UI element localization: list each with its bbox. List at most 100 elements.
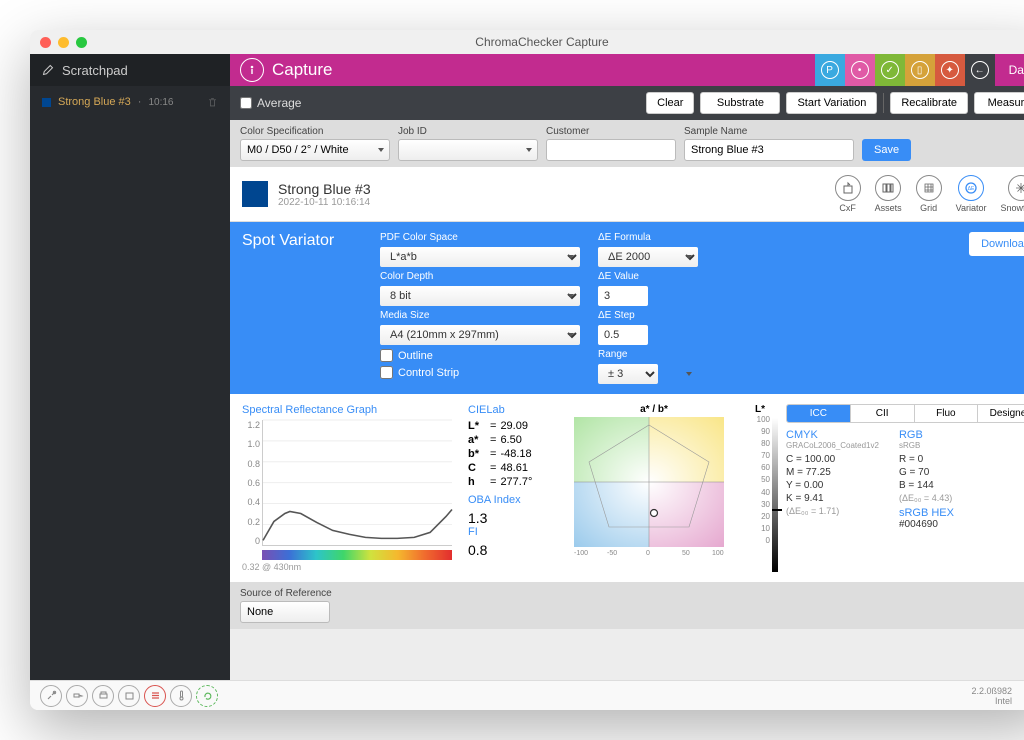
footer: 2.2.0ß982 Intel (30, 680, 1024, 710)
lab-C: 48.61 (500, 462, 528, 474)
tab-fluo[interactable]: Fluo (915, 405, 979, 422)
topbar-action-1[interactable]: P (815, 54, 845, 86)
svg-text:ΔE: ΔE (968, 186, 975, 192)
arch-text: Intel (971, 696, 1012, 706)
topbar-action-5[interactable]: ✦ (935, 54, 965, 86)
rgb-b: B = 144 (899, 480, 954, 491)
control-strip-checkbox[interactable]: Control Strip (380, 366, 580, 379)
jobid-label: Job ID (398, 126, 538, 137)
media-select[interactable]: A4 (210mm x 297mm) (380, 325, 580, 345)
rgb-r: R = 0 (899, 454, 954, 465)
rgb-g: G = 70 (899, 467, 954, 478)
footer-tools-icon[interactable] (40, 685, 62, 707)
cielab-title: CIELab (468, 404, 558, 416)
sample-name-input[interactable] (684, 139, 854, 161)
trash-icon[interactable] (207, 97, 218, 108)
sidebar-item-time: 10:16 (148, 97, 173, 108)
user-name[interactable]: DanG (995, 63, 1024, 77)
spectral-chart: 1.21.00.80.60.40.20 (242, 420, 452, 560)
topbar-back-icon[interactable]: ← (965, 54, 995, 86)
pdf-cs-label: PDF Color Space (380, 232, 580, 243)
sidebar: Scratchpad Strong Blue #3 · 10:16 (30, 54, 230, 680)
footer-list-icon[interactable] (144, 685, 166, 707)
tab-cii[interactable]: CII (851, 405, 915, 422)
variator-panel: Spot Variator PDF Color Space L*a*b Colo… (230, 222, 1024, 394)
save-button[interactable]: Save (862, 139, 911, 161)
footer-refresh-icon[interactable] (196, 685, 218, 707)
average-checkbox[interactable]: Average (240, 96, 301, 110)
source-select[interactable]: None (240, 601, 330, 623)
tab-designer[interactable]: Designer (978, 405, 1024, 422)
recalibrate-button[interactable]: Recalibrate (890, 92, 968, 114)
topbar-action-4[interactable]: ▯ (905, 54, 935, 86)
customer-input[interactable] (546, 139, 676, 161)
start-variation-button[interactable]: Start Variation (786, 92, 877, 114)
sidebar-item-sample[interactable]: Strong Blue #3 · 10:16 (30, 92, 230, 112)
de-step-input[interactable] (598, 325, 648, 345)
clear-button[interactable]: Clear (646, 92, 694, 114)
de-formula-select[interactable]: ΔE 2000 (598, 247, 698, 267)
version-text: 2.2.0ß982 (971, 686, 1012, 696)
outline-checkbox[interactable]: Outline (380, 349, 580, 362)
range-select[interactable]: ± 3 (598, 364, 658, 384)
substrate-button[interactable]: Substrate (700, 92, 780, 114)
download-button[interactable]: Download (969, 232, 1024, 256)
capture-mode-icon[interactable] (240, 58, 264, 82)
svg-text:50: 50 (682, 550, 690, 557)
tool-variator[interactable]: ΔEVariator (956, 175, 987, 213)
pdf-cs-select[interactable]: L*a*b (380, 247, 580, 267)
footer-temp-icon[interactable] (170, 685, 192, 707)
topbar-action-2[interactable]: • (845, 54, 875, 86)
measure-button[interactable]: Measure (974, 92, 1024, 114)
window-titlebar: ChromaChecker Capture (30, 30, 1024, 54)
de-step-label: ΔE Step (598, 310, 698, 321)
tool-grid[interactable]: Grid (916, 175, 942, 213)
oba-value: 1.3 (468, 510, 558, 526)
cmyk-k: K = 9.41 (786, 493, 879, 504)
spectrum-bar (262, 550, 452, 560)
lab-b: -48.18 (500, 448, 531, 460)
tool-cxf[interactable]: CxF (835, 175, 861, 213)
cmyk-de: (ΔE₀₀ = 1.71) (786, 506, 879, 516)
lab-a: 6.50 (500, 434, 521, 446)
swatch-icon (42, 98, 51, 107)
oba-label: OBA Index (468, 494, 558, 506)
rgb-profile: sRGB (899, 441, 954, 450)
footer-print-icon[interactable] (92, 685, 114, 707)
profile-tabs: ICC CII Fluo Designer (786, 404, 1024, 423)
minimize-window-icon[interactable] (58, 37, 69, 48)
media-label: Media Size (380, 310, 580, 321)
pencil-icon (42, 64, 54, 76)
source-bar: Source of Reference None (230, 582, 1024, 629)
sidebar-item-name: Strong Blue #3 (58, 96, 131, 108)
spectral-caption: 0.32 @ 430nm (242, 562, 452, 572)
analysis-panel: Spectral Reflectance Graph 1.21.00.80.60… (230, 394, 1024, 582)
color-spec-select[interactable]: M0 / D50 / 2° / White (240, 139, 390, 161)
l-marker (772, 509, 782, 511)
source-label: Source of Reference (240, 588, 1024, 599)
tab-icc[interactable]: ICC (787, 405, 851, 422)
sample-header: Strong Blue #3 2022-10-11 10:16:14 CxF A… (230, 167, 1024, 222)
color-depth-label: Color Depth (380, 271, 580, 282)
l-header: L* (750, 404, 770, 415)
lab-L: 29.09 (500, 420, 528, 432)
footer-box-icon[interactable] (118, 685, 140, 707)
zoom-window-icon[interactable] (76, 37, 87, 48)
topbar: Capture P • ✓ ▯ ✦ ← DanG (230, 54, 1024, 86)
color-depth-select[interactable]: 8 bit (380, 286, 580, 306)
hex-value: #004690 (899, 519, 954, 530)
close-window-icon[interactable] (40, 37, 51, 48)
lab-h: 277.7° (500, 476, 532, 488)
tool-snowflake[interactable]: Snowflake (1000, 175, 1024, 213)
jobid-select[interactable] (398, 139, 538, 161)
de-value-input[interactable] (598, 286, 648, 306)
cmyk-m: M = 77.25 (786, 467, 879, 478)
rgb-title: RGB (899, 429, 954, 441)
cmyk-title: CMYK (786, 429, 879, 441)
topbar-action-3[interactable]: ✓ (875, 54, 905, 86)
rgb-de: (ΔE₀₀ = 4.43) (899, 493, 954, 503)
de-value-label: ΔE Value (598, 271, 698, 282)
footer-dryer-icon[interactable] (66, 685, 88, 707)
spectral-title: Spectral Reflectance Graph (242, 404, 452, 416)
tool-assets[interactable]: Assets (875, 175, 902, 213)
